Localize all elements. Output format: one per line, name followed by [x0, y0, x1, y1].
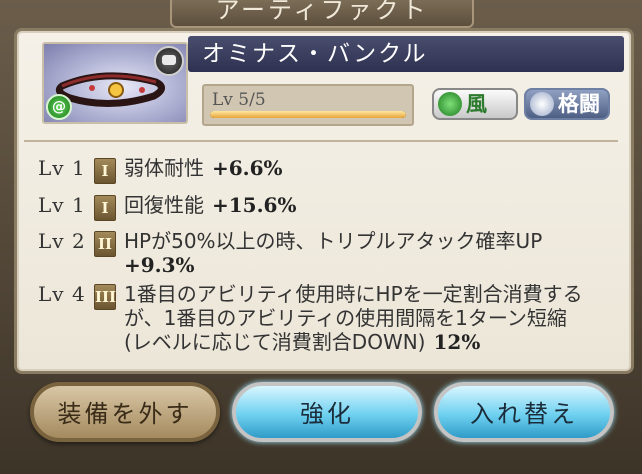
skill-rank-badge: II	[94, 231, 116, 257]
level-progress-fill	[210, 111, 406, 118]
skill-row: Lv 4 III 1番目のアビリティ使用時にHPを一定割合消費するが、1番目のア…	[38, 282, 594, 354]
level-label: Lv 5/5	[212, 90, 266, 110]
skill-description: 弱体耐性	[124, 156, 204, 180]
skill-value: +6.6%	[212, 156, 283, 180]
skill-level: Lv 1	[38, 156, 86, 180]
level-progress-bar	[210, 111, 406, 118]
skill-value: 12%	[433, 330, 481, 354]
skill-rank-badge: III	[94, 284, 116, 310]
item-type-badge-icon	[154, 46, 184, 76]
element-label: 風	[466, 92, 487, 116]
upgrade-button[interactable]: 強化	[232, 382, 422, 442]
divider	[24, 140, 618, 142]
wind-element-icon: @	[46, 94, 72, 120]
wind-icon	[438, 92, 462, 116]
skill-rank-badge: I	[94, 195, 116, 221]
skill-rank-badge: I	[94, 158, 116, 184]
item-name: オミナス・バンクル	[188, 36, 624, 72]
fist-icon	[530, 92, 554, 116]
skill-row: Lv 2 II HPが50%以上の時、トリプルアタック確率UP +9.3%	[38, 229, 594, 277]
artifact-dialog: アーティファクト @ オミナス・バンクル Lv 5/5 風 格闘 Lv 1 I …	[0, 0, 642, 474]
skill-row: Lv 1 I 弱体耐性 +6.6%	[38, 156, 283, 184]
unequip-button[interactable]: 装備を外す	[30, 382, 220, 442]
skill-level: Lv 4	[38, 282, 86, 306]
skill-value: +9.3%	[124, 253, 195, 277]
skill-description: HPが50%以上の時、トリプルアタック確率UP	[124, 229, 543, 253]
skill-description: 回復性能	[124, 193, 204, 217]
dialog-title: アーティファクト	[170, 0, 474, 28]
weapon-type-label: 格闘	[558, 92, 600, 116]
skill-value: +15.6%	[212, 193, 297, 217]
level-box: Lv 5/5	[202, 84, 414, 126]
skill-row: Lv 1 I 回復性能 +15.6%	[38, 193, 296, 221]
weapon-type-chip: 格闘	[524, 88, 610, 120]
artifact-thumbnail[interactable]: @	[42, 42, 188, 124]
element-chip: 風	[432, 88, 518, 120]
swap-button[interactable]: 入れ替え	[434, 382, 614, 442]
skill-level: Lv 2	[38, 229, 86, 253]
skill-level: Lv 1	[38, 193, 86, 217]
skill-description: 1番目のアビリティ使用時にHPを一定割合消費するが、1番目のアビリティの使用間隔…	[124, 282, 583, 354]
